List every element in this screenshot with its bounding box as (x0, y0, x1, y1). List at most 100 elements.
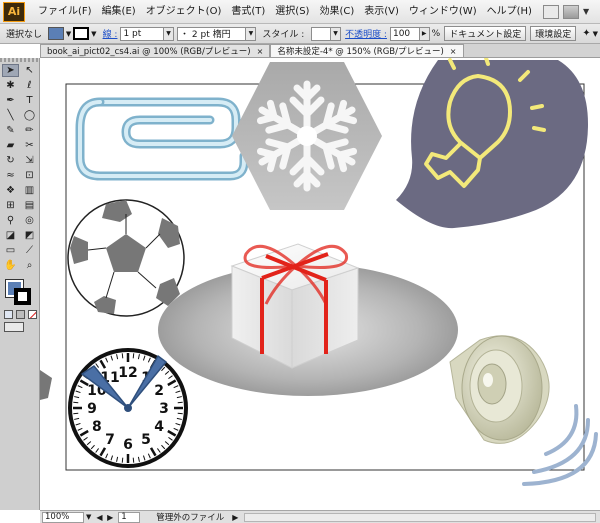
artboard-tool-icon[interactable]: ▭ (2, 244, 19, 257)
opacity-unit: % (431, 28, 441, 39)
stroke-label-link[interactable]: 線 : (103, 27, 118, 40)
brush-definition-field[interactable]: ・ 2 pt 楕円 (177, 26, 247, 41)
gradient-mode-button[interactable] (16, 310, 25, 319)
opacity-label-link[interactable]: 不透明度 : (345, 27, 387, 40)
close-icon[interactable]: × (450, 47, 457, 56)
align-options-icon[interactable]: ✦ (582, 28, 590, 39)
clock-number: 3 (159, 401, 169, 417)
clock-number: 8 (92, 419, 102, 435)
tab-book-ai-pict02[interactable]: book_ai_pict02_cs4.ai @ 100% (RGB/プレビュー)… (40, 44, 271, 57)
fill-swatch[interactable] (48, 27, 64, 40)
clock-number: 2 (154, 383, 164, 399)
stroke-weight-dropdown[interactable]: ▼ (164, 26, 175, 41)
preferences-button[interactable]: 環境設定 (530, 26, 577, 41)
slice-tool-icon[interactable]: ⟋ (21, 244, 38, 257)
artboard-number-field[interactable]: 1 (118, 511, 141, 523)
scale-tool-icon[interactable]: ⇲ (21, 154, 38, 167)
clock-tick (177, 412, 183, 415)
pen-tool-icon[interactable]: ✒ (2, 94, 19, 107)
live-paint-tool-icon[interactable]: ◪ (2, 229, 19, 242)
tab-untitled-4[interactable]: 名称未設定-4* @ 150% (RGB/プレビュー) × (270, 44, 464, 57)
selection-status: 選択なし (6, 30, 43, 40)
column-graph-tool-icon[interactable]: ▥ (21, 184, 38, 197)
blend-tool-icon[interactable]: ◎ (21, 214, 38, 227)
opacity-field[interactable]: 100 (389, 26, 420, 41)
none-mode-button[interactable] (28, 310, 37, 319)
clock-tick (132, 353, 135, 359)
lasso-tool-icon[interactable]: ℓ (21, 79, 38, 92)
direct-selection-tool-icon[interactable]: ↖ (21, 64, 38, 77)
soccer-ball-graphic (67, 199, 185, 317)
tab-label: book_ai_pict02_cs4.ai @ 100% (RGB/プレビュー) (47, 47, 251, 57)
style-swatch[interactable] (311, 26, 332, 41)
style-dropdown[interactable]: ▼ (331, 26, 342, 41)
chevron-down-icon[interactable]: ▼ (583, 7, 589, 16)
zoom-tool-icon[interactable]: ⌕ (21, 259, 38, 272)
control-bar: 選択なし ▼ ▼ 線 : 1 pt ▼ ・ 2 pt 楕円 ▼ スタイル : ▼… (0, 24, 600, 44)
stroke-color-swatch[interactable] (14, 288, 31, 305)
gradient-tool-icon[interactable]: ▤ (21, 199, 38, 212)
clock-number: 12 (118, 365, 137, 381)
symbol-sprayer-tool-icon[interactable]: ❖ (2, 184, 19, 197)
eyedropper-tool-icon[interactable]: ⚲ (2, 214, 19, 227)
fill-dropdown-icon[interactable]: ▼ (66, 30, 71, 38)
bridge-icon[interactable] (542, 4, 559, 19)
rotate-tool-icon[interactable]: ↻ (2, 154, 19, 167)
clock-number: 9 (87, 401, 97, 417)
menu-help[interactable]: ヘルプ(H) (482, 0, 537, 24)
screen-mode-button[interactable] (4, 322, 24, 332)
stroke-dropdown-icon[interactable]: ▼ (91, 30, 96, 38)
status-menu-arrow[interactable]: ▶ (232, 513, 238, 522)
menu-edit[interactable]: 編集(E) (97, 0, 141, 24)
artboard-nav[interactable]: ◀ ▶ (96, 513, 114, 522)
clock-tick (73, 401, 79, 404)
opacity-dropdown[interactable]: ▶ (419, 26, 430, 41)
status-bar: 100% ▼ ◀ ▶ 1 管理外のファイル ▶ (40, 510, 600, 523)
color-mode-button[interactable] (4, 310, 13, 319)
clock-tick (121, 353, 124, 359)
menu-icons: ▼ (542, 4, 589, 19)
menu-items: ファイル(F) 編集(E) オブジェクト(O) 書式(T) 選択(S) 効果(C… (33, 0, 537, 24)
menu-view[interactable]: 表示(V) (359, 0, 404, 24)
blob-brush-tool-icon[interactable]: ▰ (2, 139, 19, 152)
clock-number: 7 (105, 432, 115, 448)
arrange-documents-icon[interactable] (562, 4, 579, 19)
clock-graphic: 121234567891011 (68, 348, 188, 468)
stroke-weight-field[interactable]: 1 pt (120, 26, 165, 41)
artwork-svg: 121234567891011 (40, 58, 598, 486)
magic-wand-tool-icon[interactable]: ✱ (2, 79, 19, 92)
clock-number: 6 (123, 437, 133, 453)
brush-dropdown[interactable]: ▼ (246, 26, 257, 41)
menu-select[interactable]: 選択(S) (270, 0, 314, 24)
zoom-dropdown-icon[interactable]: ▼ (86, 513, 91, 521)
paintbrush-tool-icon[interactable]: ✎ (2, 124, 19, 137)
mesh-tool-icon[interactable]: ⊞ (2, 199, 19, 212)
menu-window[interactable]: ウィンドウ(W) (404, 0, 482, 24)
tools-panel: ➤ ↖ ✱ ℓ ✒ T ╲ ◯ ✎ ✏ ▰ ✂ ↻ ⇲ ≈ ⊡ ❖ ▥ ⊞ ▤ … (0, 58, 40, 510)
color-mode-row (0, 310, 39, 319)
canvas[interactable]: 121234567891011 (40, 58, 600, 510)
ellipse-tool-icon[interactable]: ◯ (21, 109, 38, 122)
warp-tool-icon[interactable]: ≈ (2, 169, 19, 182)
scissors-tool-icon[interactable]: ✂ (21, 139, 38, 152)
type-tool-icon[interactable]: T (21, 94, 38, 107)
horizontal-scrollbar[interactable] (244, 512, 596, 522)
menu-effect[interactable]: 効果(C) (314, 0, 359, 24)
clock-tick (177, 401, 183, 404)
hand-tool-icon[interactable]: ✋ (2, 259, 19, 272)
line-tool-icon[interactable]: ╲ (2, 109, 19, 122)
menu-type[interactable]: 書式(T) (226, 0, 270, 24)
tool-grid: ➤ ↖ ✱ ℓ ✒ T ╲ ◯ ✎ ✏ ▰ ✂ ↻ ⇲ ≈ ⊡ ❖ ▥ ⊞ ▤ … (0, 62, 39, 274)
close-icon[interactable]: × (257, 47, 264, 56)
fill-stroke-swatches[interactable] (4, 278, 35, 308)
zoom-field[interactable]: 100% (42, 511, 84, 523)
panel-menu-icon[interactable]: ▼ (593, 30, 598, 38)
pencil-tool-icon[interactable]: ✏ (21, 124, 38, 137)
free-transform-tool-icon[interactable]: ⊡ (21, 169, 38, 182)
stroke-swatch[interactable] (73, 27, 90, 40)
live-paint-selection-icon[interactable]: ◩ (21, 229, 38, 242)
menu-object[interactable]: オブジェクト(O) (141, 0, 227, 24)
document-setup-button[interactable]: ドキュメント設定 (444, 26, 527, 41)
selection-tool-icon[interactable]: ➤ (2, 64, 19, 77)
menu-file[interactable]: ファイル(F) (33, 0, 97, 24)
